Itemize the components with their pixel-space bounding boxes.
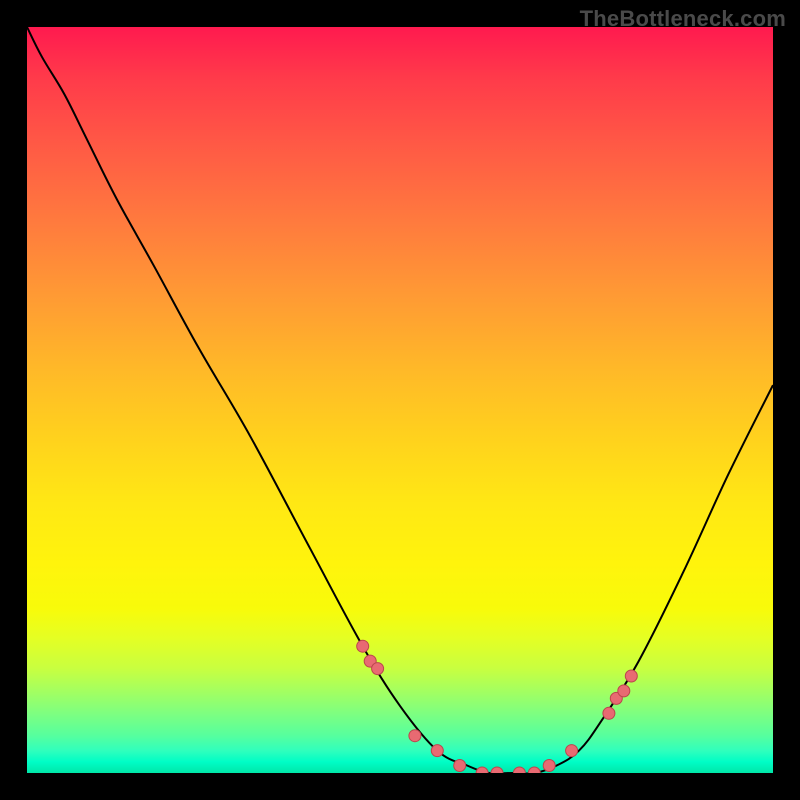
- data-marker: [603, 707, 615, 719]
- data-marker: [543, 760, 555, 772]
- data-marker: [409, 730, 421, 742]
- data-marker: [491, 767, 503, 773]
- data-marker: [513, 767, 525, 773]
- data-marker: [454, 760, 466, 772]
- data-marker: [566, 745, 578, 757]
- data-marker: [476, 767, 488, 773]
- marker-group: [357, 640, 638, 773]
- plot-area: [27, 27, 773, 773]
- data-marker: [372, 663, 384, 675]
- data-marker: [618, 685, 630, 697]
- bottleneck-curve: [27, 27, 773, 773]
- data-marker: [431, 745, 443, 757]
- watermark-text: TheBottleneck.com: [580, 6, 786, 32]
- curve-layer: [27, 27, 773, 773]
- data-marker: [357, 640, 369, 652]
- data-marker: [528, 767, 540, 773]
- chart-frame: TheBottleneck.com: [0, 0, 800, 800]
- data-marker: [625, 670, 637, 682]
